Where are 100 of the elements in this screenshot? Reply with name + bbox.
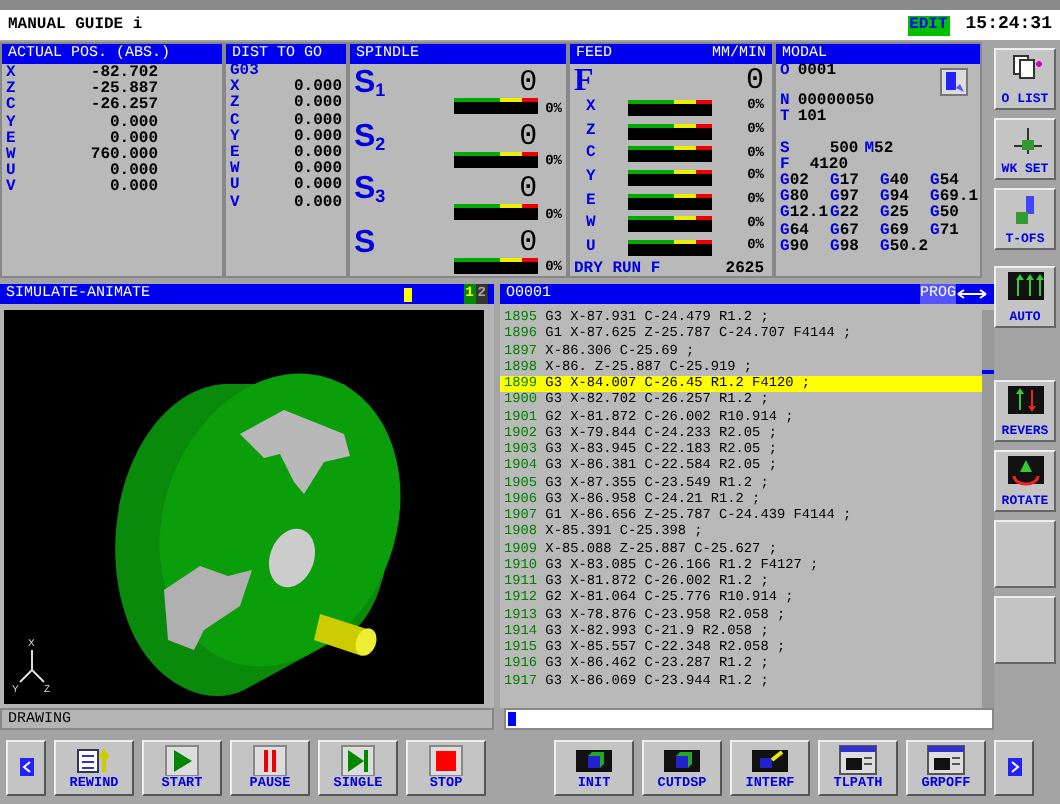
modal-value: 101 bbox=[797, 110, 827, 128]
axis-label: U bbox=[6, 164, 16, 181]
spindle-label: S$_{3}$ bbox=[354, 174, 386, 206]
axis-label: E bbox=[6, 131, 16, 148]
modal-gcode: G50 bbox=[930, 206, 961, 223]
modal-letter: O bbox=[780, 64, 790, 81]
modal-gcode: G12.1 bbox=[780, 206, 830, 223]
screen-title: MANUAL GUIDE i bbox=[8, 17, 143, 33]
modal-gcode: G98 bbox=[830, 239, 861, 256]
axis-triad-icon bbox=[19, 649, 45, 683]
document-icon bbox=[74, 743, 114, 775]
axis-label: C bbox=[230, 113, 240, 130]
prev-page-button[interactable] bbox=[6, 739, 46, 795]
window-icon bbox=[926, 743, 966, 775]
dry-run-value: 2625 bbox=[725, 261, 764, 276]
pause-icon bbox=[250, 743, 290, 775]
feed-value: 0 bbox=[745, 66, 764, 96]
axis-value: -25.887 bbox=[90, 82, 158, 99]
modal-gcode: G67 bbox=[830, 223, 861, 239]
dry-run-label: DRY RUN F bbox=[574, 261, 661, 276]
spindle-speed: 0 bbox=[519, 68, 538, 98]
axis-value: 0.000 bbox=[293, 145, 342, 162]
modal-gcode: G02 bbox=[780, 173, 811, 190]
window-icon bbox=[838, 743, 878, 775]
axis-value: 0.000 bbox=[109, 115, 158, 132]
axis-label: X bbox=[586, 99, 596, 116]
modal-value: 00000050 bbox=[797, 94, 875, 111]
axis-value: 0.000 bbox=[293, 129, 342, 146]
axis-label: Z bbox=[586, 123, 596, 140]
axis-value: 0.000 bbox=[109, 180, 158, 197]
modal-gcode: G71 bbox=[930, 223, 961, 240]
arrows-icon bbox=[1005, 384, 1045, 416]
axis-value: 0.000 bbox=[109, 131, 158, 148]
modal-letter: N bbox=[780, 94, 790, 111]
spindle-speed: 0 bbox=[519, 174, 538, 204]
spindle-label: S$_{2}$ bbox=[354, 121, 386, 153]
axis-label: Z bbox=[6, 82, 16, 99]
modal-letter: T bbox=[780, 110, 790, 128]
axis-value: 0.000 bbox=[293, 178, 342, 195]
blank-softkey[interactable] bbox=[994, 520, 1056, 588]
spindle-speed: 0 bbox=[519, 227, 538, 257]
modal-gcode: G22 bbox=[830, 206, 861, 223]
axis-label: U bbox=[230, 178, 240, 195]
axis-value: 0.000 bbox=[293, 195, 342, 212]
axis-label: Y bbox=[6, 115, 16, 132]
modal-gcode: G25 bbox=[880, 206, 911, 223]
axis-label: C bbox=[586, 146, 596, 163]
axis-label: X bbox=[6, 66, 16, 82]
modal-letter: F bbox=[780, 157, 790, 174]
modal-gcode: G40 bbox=[880, 173, 911, 190]
axis-label: C bbox=[6, 98, 16, 115]
input-field[interactable] bbox=[504, 708, 994, 730]
modal-gcode: G90 bbox=[780, 239, 811, 256]
progress-marker-icon bbox=[403, 287, 412, 301]
axis-value: 0.000 bbox=[293, 96, 342, 113]
modal-value: 500 bbox=[829, 141, 859, 158]
rotate-icon bbox=[1005, 454, 1045, 486]
chevron-right-icon bbox=[1007, 758, 1021, 776]
modal-gcode: G54 bbox=[930, 173, 959, 190]
mode-indicator: EDIT bbox=[907, 15, 950, 35]
axis-value: -26.257 bbox=[90, 98, 158, 115]
axis-label: V bbox=[230, 195, 240, 212]
axis-label: E bbox=[586, 193, 596, 210]
axis-label: Y bbox=[586, 169, 596, 186]
modal-gcode: G94 bbox=[880, 190, 911, 207]
chevron-left-icon bbox=[19, 758, 33, 776]
axis-value: 0.000 bbox=[109, 164, 158, 181]
modal-gcode: G69.1 bbox=[930, 190, 980, 207]
play-icon bbox=[162, 743, 202, 775]
modal-letter: S bbox=[780, 141, 790, 158]
scrollbar[interactable] bbox=[982, 310, 994, 708]
modal-gcode: G80 bbox=[780, 190, 809, 207]
spindle-label: S bbox=[354, 227, 376, 259]
modal-gcode: G50.2 bbox=[880, 239, 930, 256]
axis-label: W bbox=[230, 162, 240, 179]
clock-time: 15:24:31 bbox=[965, 16, 1052, 34]
axis-label: X bbox=[230, 80, 240, 97]
feed-label: F bbox=[574, 66, 594, 98]
axis-label: W bbox=[586, 216, 596, 233]
axis-value: 0.000 bbox=[293, 80, 342, 97]
modal-gcode: G17 bbox=[830, 173, 861, 190]
axis-value: 760.000 bbox=[90, 147, 158, 164]
blank-softkey[interactable] bbox=[994, 596, 1056, 664]
cursor-icon bbox=[508, 712, 516, 726]
axis-label: Y bbox=[230, 129, 240, 146]
modal-code: M52 bbox=[864, 141, 894, 158]
axis-value: 0.000 bbox=[293, 113, 342, 130]
axis-value: 0.000 bbox=[293, 162, 342, 179]
axis-label: V bbox=[6, 180, 16, 197]
double-arrow-icon bbox=[956, 288, 988, 300]
modal-value: 0001 bbox=[797, 64, 837, 81]
modal-gcode: G69 bbox=[880, 223, 911, 239]
next-page-button[interactable] bbox=[994, 739, 1034, 795]
modal-gcode: G03 bbox=[228, 64, 261, 80]
axis-label: E bbox=[230, 145, 240, 162]
axis-label: Z bbox=[230, 96, 240, 113]
modal-value: 4120 bbox=[809, 157, 849, 174]
arrows-icon bbox=[1005, 270, 1045, 302]
spindle-speed: 0 bbox=[519, 121, 538, 151]
modal-gcode: G97 bbox=[830, 190, 861, 207]
